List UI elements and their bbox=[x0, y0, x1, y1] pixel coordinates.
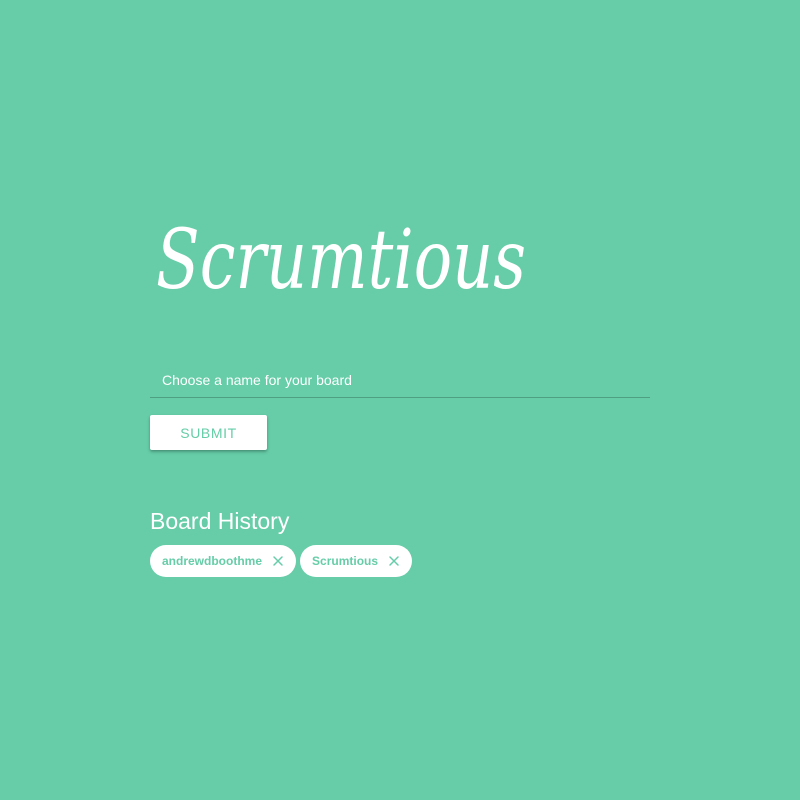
board-name-input[interactable] bbox=[150, 362, 650, 398]
board-history-title: Board History bbox=[150, 508, 290, 534]
board-chip-label[interactable]: andrewdboothme bbox=[162, 554, 262, 568]
board-chip-scrumtious[interactable]: Scrumtious bbox=[300, 545, 413, 577]
submit-button[interactable]: SUBMIT bbox=[150, 415, 267, 450]
board-chip-label[interactable]: Scrumtious bbox=[312, 554, 378, 568]
board-chip-andrewdboothme[interactable]: andrewdboothme bbox=[150, 545, 297, 577]
close-icon[interactable] bbox=[388, 555, 400, 567]
close-icon[interactable] bbox=[272, 555, 284, 567]
board-history-list: andrewdboothme Scrumtious bbox=[150, 545, 413, 577]
app-logo-text: Scrumtious bbox=[156, 213, 526, 308]
app-logo: Scrumtious bbox=[156, 196, 536, 316]
